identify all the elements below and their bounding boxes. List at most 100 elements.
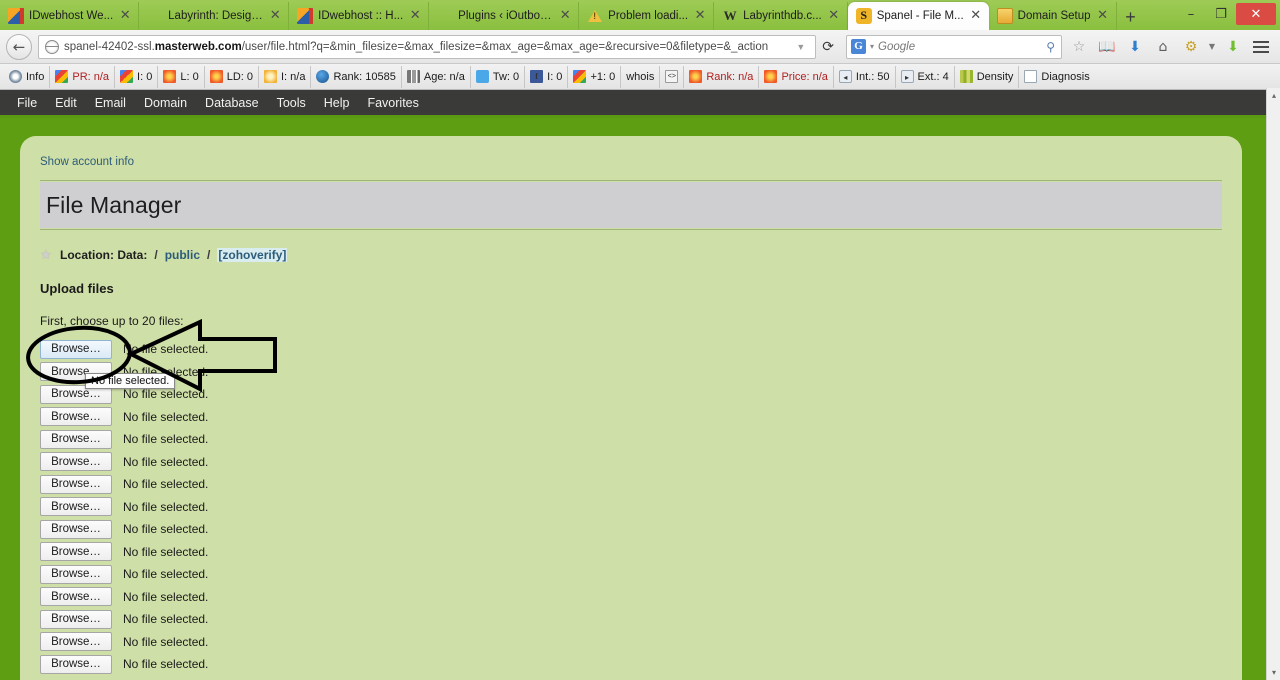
browse-button[interactable]: Browse…	[40, 609, 112, 629]
seo-toolbar-item[interactable]: L: 0	[158, 65, 205, 88]
info-icon	[9, 70, 22, 83]
vertical-scrollbar[interactable]: ▴ ▾	[1266, 88, 1280, 680]
browse-button[interactable]: Browse…	[40, 519, 112, 539]
tab-strip: IDwebhost We...✕Labyrinth: Design a...✕I…	[0, 0, 1280, 30]
new-tab-button[interactable]: +	[1117, 4, 1145, 30]
seo-toolbar-item[interactable]: f I: 0	[525, 65, 569, 88]
wordpress-icon: W	[723, 8, 737, 23]
address-bar[interactable]: spanel-42402-ssl.masterweb.com/user/file…	[38, 34, 817, 59]
seo-toolbar-item[interactable]: Rank: n/a	[684, 65, 760, 88]
seo-toolbar-item[interactable]: Diagnosis	[1019, 66, 1094, 88]
seo-toolbar-item[interactable]: Tw: 0	[471, 65, 526, 88]
site-menu-item-tools[interactable]: Tools	[268, 91, 315, 115]
no-file-selected-label: No file selected.	[123, 567, 209, 582]
seo-toolbar-item[interactable]: <>	[660, 65, 685, 88]
seo-toolbar-item-label: Rank: 10585	[333, 70, 396, 83]
seo-toolbar-item[interactable]: LD: 0	[205, 65, 259, 88]
site-menu-item-edit[interactable]: Edit	[46, 91, 86, 115]
tab-close-icon[interactable]: ✕	[118, 9, 132, 23]
search-engine-caret-icon[interactable]: ▾	[870, 42, 874, 51]
browse-button[interactable]: Browse…	[40, 339, 112, 359]
browse-button[interactable]: Browse…	[40, 407, 112, 427]
browse-button[interactable]: Browse…	[40, 474, 112, 494]
star-icon[interactable]: ☆	[1066, 34, 1092, 60]
search-bar[interactable]: G ▾ Google ⚲	[846, 34, 1062, 59]
gear-icon[interactable]: ⚙	[1178, 34, 1204, 60]
browse-button[interactable]: Browse…	[40, 564, 112, 584]
browser-tab[interactable]: Problem loadi... ✕	[579, 2, 715, 30]
favorite-star-icon[interactable]: ★	[40, 249, 53, 262]
search-icon[interactable]: ⚲	[1046, 40, 1057, 54]
sun-icon	[764, 70, 778, 83]
tab-title: Labyrinthdb.c...	[743, 10, 822, 22]
restore-button[interactable]: ❐	[1206, 2, 1236, 26]
url-suffix: /user/file.html?q=&min_filesize=&max_fil…	[241, 40, 769, 53]
seo-toolbar-item[interactable]: ◂ Int.: 50	[834, 65, 896, 88]
seo-toolbar-item[interactable]: +1: 0	[568, 65, 622, 88]
browse-button[interactable]: Browse…	[40, 587, 112, 607]
seo-toolbar-item[interactable]: I: n/a	[259, 65, 312, 88]
tab-close-icon[interactable]: ✕	[268, 9, 282, 23]
show-account-info-link[interactable]: Show account info	[40, 156, 1222, 168]
seo-toolbar-item[interactable]: Info	[4, 65, 51, 88]
seo-toolbar-item[interactable]: ▸ Ext.: 4	[896, 65, 955, 88]
browse-button[interactable]: Browse…	[40, 497, 112, 517]
reload-button[interactable]: ⟳	[816, 39, 840, 55]
scroll-up-arrow-icon[interactable]: ▴	[1267, 88, 1280, 103]
site-menu-item-help[interactable]: Help	[315, 91, 359, 115]
browser-tab[interactable]: Plugins ‹ iOutboun... ✕	[429, 2, 580, 30]
browser-tab[interactable]: Domain Setup ✕	[989, 2, 1117, 30]
seo-toolbar-item[interactable]: Density	[955, 65, 1020, 88]
browse-button[interactable]: Browse…	[40, 542, 112, 562]
library-icon[interactable]: 📖	[1094, 34, 1120, 60]
breadcrumb-item-current[interactable]: [zohoverify]	[217, 248, 288, 262]
seo-toolbar-item[interactable]: Price: n/a	[759, 65, 834, 88]
back-button[interactable]: ←	[6, 33, 32, 60]
scroll-down-arrow-icon[interactable]: ▾	[1267, 665, 1280, 680]
browser-tab[interactable]: IDwebhost :: H... ✕	[289, 2, 430, 30]
seo-toolbar-item[interactable]: I: 0	[115, 65, 159, 88]
minimize-button[interactable]: –	[1176, 2, 1206, 26]
site-menu-item-favorites[interactable]: Favorites	[358, 91, 427, 115]
site-menu-item-email[interactable]: Email	[86, 91, 135, 115]
tab-close-icon[interactable]: ✕	[1096, 9, 1110, 23]
search-input-placeholder[interactable]: Google	[878, 41, 1046, 53]
browse-button[interactable]: Browse…	[40, 429, 112, 449]
tab-close-icon[interactable]: ✕	[558, 9, 572, 23]
seo-toolbar-item[interactable]: whois	[621, 65, 661, 88]
tab-close-icon[interactable]: ✕	[408, 9, 422, 23]
no-file-selected-label: No file selected.	[123, 522, 209, 537]
address-dropdown-icon[interactable]: ▼	[790, 42, 811, 52]
site-menu-item-database[interactable]: Database	[196, 91, 268, 115]
seo-toolbar-item[interactable]: Rank: 10585	[311, 65, 402, 88]
no-file-selected-label: No file selected.	[123, 387, 209, 402]
seo-toolbar-item[interactable]: Age: n/a	[402, 65, 471, 88]
browse-button[interactable]: Browse…	[40, 452, 112, 472]
tab-close-icon[interactable]: ✕	[693, 9, 707, 23]
seo-toolbar-item-label: Price: n/a	[781, 70, 828, 83]
site-menu-item-domain[interactable]: Domain	[135, 91, 196, 115]
seo-toolbar: Info PR: n/a I: 0 L: 0 LD: 0 I: n/a Rank: 1058…	[0, 64, 1280, 90]
download-icon[interactable]: ⬇	[1122, 34, 1148, 60]
tab-close-icon[interactable]: ✕	[969, 9, 983, 23]
caret-down-icon[interactable]: ▼	[1206, 34, 1218, 60]
green-download-icon[interactable]: ⬇	[1220, 34, 1246, 60]
browser-tab[interactable]: S Spanel - File M... ✕	[847, 2, 989, 30]
site-menu-item-file[interactable]: File	[8, 91, 46, 115]
toolbar-icons: ☆ 📖 ⬇ ⌂ ⚙ ▼ ⬇	[1066, 34, 1274, 60]
browse-button[interactable]: Browse…	[40, 654, 112, 674]
browser-tab[interactable]: W Labyrinthdb.c... ✕	[714, 2, 848, 30]
home-icon[interactable]: ⌂	[1150, 34, 1176, 60]
close-window-button[interactable]: ✕	[1236, 3, 1276, 25]
hamburger-menu-icon[interactable]	[1248, 34, 1274, 60]
breadcrumb-item-public[interactable]: public	[165, 248, 200, 262]
browse-button[interactable]: Browse…	[40, 632, 112, 652]
window-controls: – ❐ ✕	[1176, 0, 1280, 28]
file-upload-row: Browse… No file selected.	[40, 631, 1222, 654]
seo-toolbar-item[interactable]: PR: n/a	[50, 65, 116, 88]
upload-instruction: First, choose up to 20 files:	[40, 314, 184, 328]
browser-tab[interactable]: IDwebhost We... ✕	[0, 2, 140, 30]
tab-close-icon[interactable]: ✕	[827, 9, 841, 23]
tab-title: Plugins ‹ iOutboun...	[458, 10, 554, 22]
browser-tab[interactable]: Labyrinth: Design a... ✕	[139, 2, 290, 30]
